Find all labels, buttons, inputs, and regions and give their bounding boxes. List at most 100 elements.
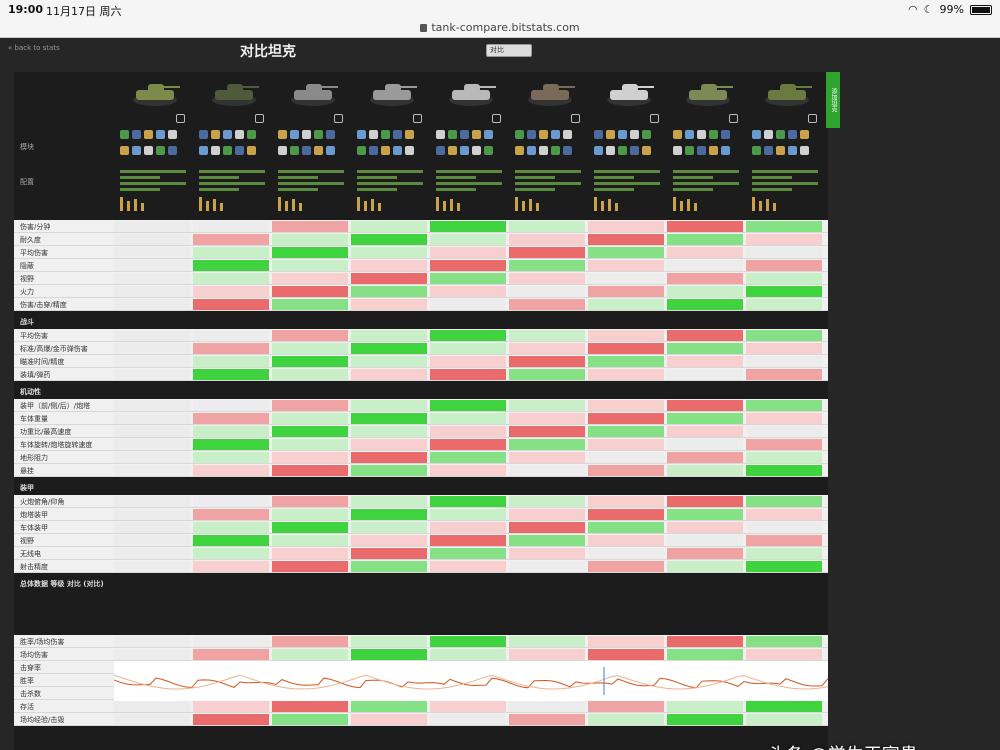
module-icon[interactable] — [551, 146, 560, 155]
module-icon[interactable] — [132, 146, 141, 155]
back-link[interactable]: « back to stats — [8, 44, 60, 52]
address-bar[interactable]: tank-compare.bitstats.com — [0, 18, 1000, 38]
module-icon[interactable] — [211, 146, 220, 155]
module-icon[interactable] — [788, 130, 797, 139]
module-icon[interactable] — [199, 146, 208, 155]
module-icon[interactable] — [776, 146, 785, 155]
module-icon[interactable] — [393, 130, 402, 139]
module-icon[interactable] — [685, 146, 694, 155]
module-icon[interactable] — [357, 146, 366, 155]
module-icon[interactable] — [618, 146, 627, 155]
tank-checkbox[interactable] — [176, 114, 185, 123]
module-icon[interactable] — [290, 130, 299, 139]
module-icon[interactable] — [302, 146, 311, 155]
module-icon[interactable] — [673, 146, 682, 155]
module-icon[interactable] — [539, 130, 548, 139]
module-icon[interactable] — [642, 146, 651, 155]
module-icon[interactable] — [132, 130, 141, 139]
module-icon[interactable] — [697, 130, 706, 139]
module-icon[interactable] — [709, 146, 718, 155]
module-icon[interactable] — [314, 146, 323, 155]
module-icon[interactable] — [484, 146, 493, 155]
tank-checkbox[interactable] — [413, 114, 422, 123]
module-icon[interactable] — [223, 146, 232, 155]
module-icon[interactable] — [673, 130, 682, 139]
module-icon[interactable] — [472, 130, 481, 139]
module-icon[interactable] — [144, 146, 153, 155]
module-icon[interactable] — [788, 146, 797, 155]
tank-checkbox[interactable] — [334, 114, 343, 123]
module-icon[interactable] — [618, 130, 627, 139]
module-icon[interactable] — [527, 130, 536, 139]
module-icon[interactable] — [326, 130, 335, 139]
module-icon[interactable] — [235, 146, 244, 155]
module-icon[interactable] — [405, 130, 414, 139]
module-icon[interactable] — [290, 146, 299, 155]
module-icon[interactable] — [357, 130, 366, 139]
module-icon[interactable] — [539, 146, 548, 155]
module-icon[interactable] — [697, 146, 706, 155]
add-tank-button[interactable]: 添加坦克 — [826, 72, 840, 128]
module-icon[interactable] — [168, 130, 177, 139]
module-icon[interactable] — [369, 146, 378, 155]
module-icon[interactable] — [369, 130, 378, 139]
module-icon[interactable] — [563, 146, 572, 155]
module-icon[interactable] — [472, 146, 481, 155]
module-icon[interactable] — [120, 146, 129, 155]
module-icon[interactable] — [630, 130, 639, 139]
module-icon[interactable] — [800, 130, 809, 139]
module-icon[interactable] — [752, 130, 761, 139]
module-icon[interactable] — [776, 130, 785, 139]
module-icon[interactable] — [460, 130, 469, 139]
module-icon[interactable] — [120, 130, 129, 139]
module-icon[interactable] — [381, 146, 390, 155]
module-icon[interactable] — [405, 146, 414, 155]
module-icon[interactable] — [278, 130, 287, 139]
module-icon[interactable] — [606, 146, 615, 155]
module-icon[interactable] — [278, 146, 287, 155]
module-icon[interactable] — [448, 130, 457, 139]
module-icon[interactable] — [721, 130, 730, 139]
tank-checkbox[interactable] — [650, 114, 659, 123]
module-icon[interactable] — [515, 146, 524, 155]
module-icon[interactable] — [436, 130, 445, 139]
module-icon[interactable] — [551, 130, 560, 139]
module-icon[interactable] — [168, 146, 177, 155]
module-icon[interactable] — [156, 130, 165, 139]
module-icon[interactable] — [752, 146, 761, 155]
tank-checkbox[interactable] — [255, 114, 264, 123]
module-icon[interactable] — [326, 146, 335, 155]
module-icon[interactable] — [235, 130, 244, 139]
module-icon[interactable] — [211, 130, 220, 139]
module-icon[interactable] — [515, 130, 524, 139]
module-icon[interactable] — [381, 130, 390, 139]
module-icon[interactable] — [448, 146, 457, 155]
module-icon[interactable] — [484, 130, 493, 139]
module-icon[interactable] — [721, 146, 730, 155]
module-icon[interactable] — [800, 146, 809, 155]
module-icon[interactable] — [223, 130, 232, 139]
tank-checkbox[interactable] — [729, 114, 738, 123]
module-icon[interactable] — [247, 130, 256, 139]
module-icon[interactable] — [199, 130, 208, 139]
module-icon[interactable] — [302, 130, 311, 139]
module-icon[interactable] — [460, 146, 469, 155]
module-icon[interactable] — [314, 130, 323, 139]
module-icon[interactable] — [563, 130, 572, 139]
module-icon[interactable] — [527, 146, 536, 155]
tank-checkbox[interactable] — [492, 114, 501, 123]
module-icon[interactable] — [709, 130, 718, 139]
module-icon[interactable] — [247, 146, 256, 155]
module-icon[interactable] — [144, 130, 153, 139]
module-icon[interactable] — [764, 146, 773, 155]
tank-checkbox[interactable] — [808, 114, 817, 123]
module-icon[interactable] — [642, 130, 651, 139]
module-icon[interactable] — [764, 130, 773, 139]
module-icon[interactable] — [606, 130, 615, 139]
module-icon[interactable] — [685, 130, 694, 139]
module-icon[interactable] — [594, 146, 603, 155]
module-icon[interactable] — [393, 146, 402, 155]
compare-select[interactable]: 对比 — [486, 44, 532, 57]
module-icon[interactable] — [594, 130, 603, 139]
module-icon[interactable] — [156, 146, 165, 155]
